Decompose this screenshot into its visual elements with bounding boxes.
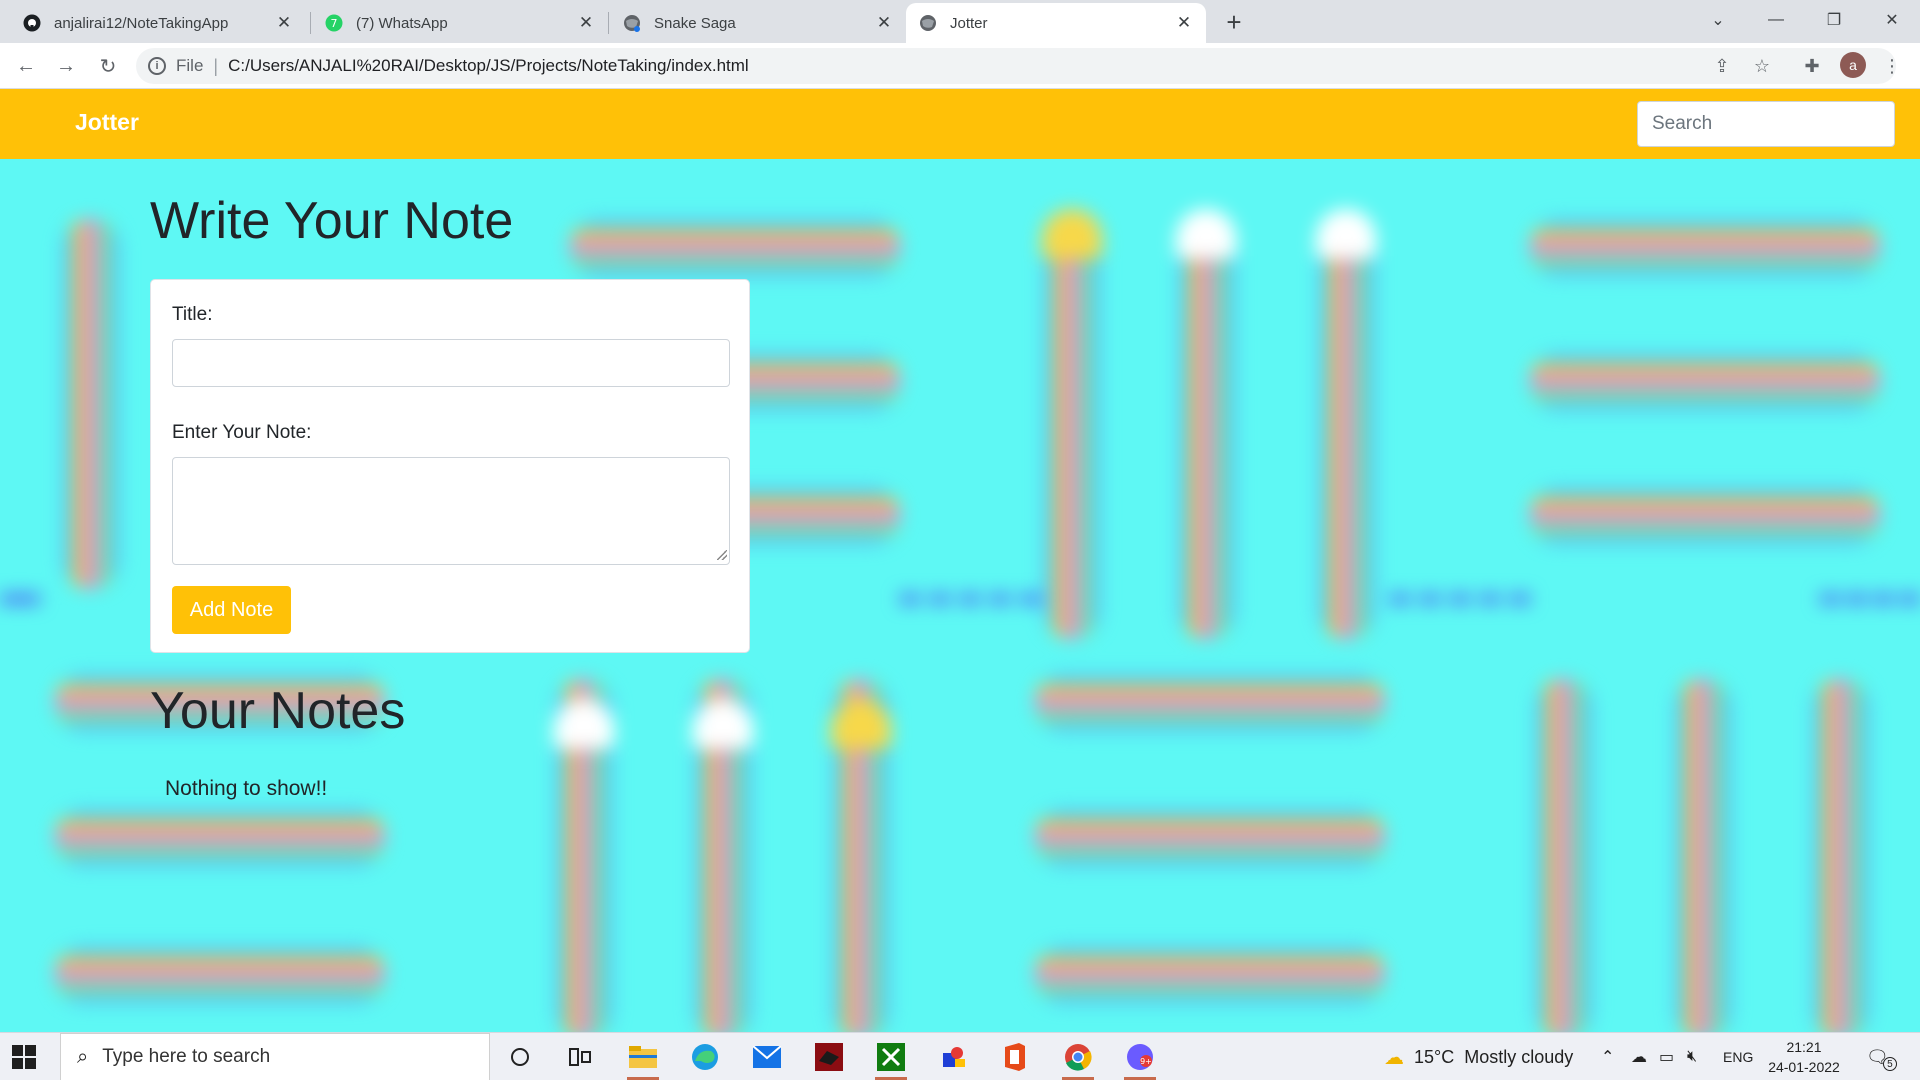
edge-browser-icon[interactable] <box>688 1041 722 1073</box>
tab-search-chevron-icon[interactable]: ⌄ <box>1702 6 1734 34</box>
close-icon[interactable]: ✕ <box>274 13 294 33</box>
tab-whatsapp[interactable]: 7 (7) WhatsApp ✕ <box>312 3 608 43</box>
address-divider: | <box>213 55 219 76</box>
messenger-app-icon[interactable]: 9+ <box>1123 1041 1157 1080</box>
new-tab-button[interactable]: + <box>1220 7 1248 37</box>
cloud-sun-icon: ☁ <box>1384 1046 1404 1069</box>
tray-chevron-up-icon[interactable]: ⌃ <box>1601 1033 1614 1080</box>
tab-title: anjalirai12/NoteTakingApp <box>54 14 229 32</box>
bookmark-star-icon[interactable]: ☆ <box>1748 52 1776 80</box>
address-bar[interactable]: i File | C:/Users/ANJALI%20RAI/Desktop/J… <box>136 48 1896 84</box>
search-input[interactable] <box>1637 101 1895 147</box>
tab-github[interactable]: anjalirai12/NoteTakingApp ✕ <box>10 3 306 43</box>
mail-icon[interactable] <box>750 1041 784 1073</box>
search-icon: ⌕ <box>77 1045 89 1068</box>
taskbar-search-box[interactable]: ⌕ Type here to search <box>60 1033 490 1080</box>
extensions-puzzle-icon[interactable]: ✚ <box>1798 52 1826 80</box>
globe-icon <box>918 13 938 33</box>
close-icon[interactable]: ✕ <box>1174 13 1194 33</box>
close-icon[interactable]: ✕ <box>576 13 596 33</box>
svg-text:7: 7 <box>331 17 338 30</box>
network-icon[interactable]: ▭ <box>1659 1033 1674 1080</box>
scheme-label: File <box>176 56 204 75</box>
url-text[interactable]: C:/Users/ANJALI%20RAI/Desktop/JS/Project… <box>228 56 749 76</box>
write-note-heading: Write Your Note <box>150 192 514 250</box>
main-content: Write Your Note Title: Enter Your Note: … <box>0 159 1920 1032</box>
note-label: Enter Your Note: <box>172 422 312 443</box>
language-indicator[interactable]: ENG <box>1723 1033 1753 1080</box>
globe-icon <box>622 13 642 33</box>
tab-divider <box>310 12 311 34</box>
tab-snake-saga[interactable]: Snake Saga ✕ <box>610 3 906 43</box>
clock[interactable]: 21:21 24-01-2022 <box>1762 1037 1846 1077</box>
chrome-icon[interactable] <box>1061 1041 1095 1080</box>
note-form-card: Title: Enter Your Note: Add Note <box>150 279 750 653</box>
tab-divider <box>608 12 609 34</box>
minimize-icon[interactable]: — <box>1760 6 1792 34</box>
tab-title: Jotter <box>950 14 988 32</box>
file-explorer-icon[interactable] <box>626 1041 660 1080</box>
page-viewport: Jotter Write Your Note Title: Enter Your… <box>0 89 1920 1032</box>
brand-logo-text[interactable]: Jotter <box>75 109 139 136</box>
game-app-icon[interactable] <box>812 1041 846 1073</box>
share-icon[interactable]: ⇪ <box>1708 52 1736 80</box>
tab-title: Snake Saga <box>654 14 736 32</box>
paint-3d-icon[interactable] <box>936 1041 970 1073</box>
browser-toolbar: ← → ↻ i File | C:/Users/ANJALI%20RAI/Des… <box>0 43 1920 89</box>
windows-start-icon[interactable] <box>12 1045 36 1069</box>
clock-date: 24-01-2022 <box>1768 1059 1840 1075</box>
svg-text:9+: 9+ <box>1140 1057 1152 1066</box>
whatsapp-icon: 7 <box>324 13 344 33</box>
weather-widget[interactable]: ☁ 15°C Mostly cloudy <box>1384 1033 1573 1080</box>
speaker-muted-icon[interactable]: 🔇︎ <box>1687 1033 1697 1080</box>
reload-icon[interactable]: ↻ <box>94 52 122 80</box>
info-icon[interactable]: i <box>148 57 166 75</box>
windows-taskbar: ⌕ Type here to search 9+ ☁ 15°C Mostly c… <box>0 1032 1920 1080</box>
onedrive-cloud-icon[interactable]: ☁ <box>1631 1033 1647 1080</box>
site-navbar: Jotter <box>0 89 1920 159</box>
tab-title: (7) WhatsApp <box>356 14 448 32</box>
close-window-icon[interactable]: ✕ <box>1876 6 1908 34</box>
textarea-resize-handle[interactable] <box>717 550 727 560</box>
menu-kebab-icon[interactable]: ⋮ <box>1878 52 1906 80</box>
clock-time: 21:21 <box>1786 1039 1822 1055</box>
restore-icon[interactable]: ❐ <box>1818 6 1850 34</box>
notification-center-icon[interactable]: 🗨︎ 5 <box>1866 1033 1897 1080</box>
taskbar-search-placeholder: Type here to search <box>102 1046 271 1067</box>
forward-arrow-icon[interactable]: → <box>52 52 80 80</box>
office-icon[interactable] <box>998 1041 1032 1073</box>
weather-text: 15°C Mostly cloudy <box>1414 1046 1574 1067</box>
profile-avatar[interactable]: a <box>1840 52 1866 78</box>
title-label: Title: <box>172 304 213 325</box>
github-icon <box>22 13 42 33</box>
cortana-icon[interactable] <box>503 1041 537 1073</box>
xbox-icon[interactable] <box>874 1041 908 1080</box>
back-arrow-icon[interactable]: ← <box>12 52 40 80</box>
task-view-icon[interactable] <box>563 1041 597 1073</box>
tab-jotter[interactable]: Jotter ✕ <box>906 3 1206 43</box>
notification-count-badge: 5 <box>1882 1057 1897 1071</box>
note-textarea[interactable] <box>172 457 730 565</box>
title-input[interactable] <box>172 339 730 387</box>
close-icon[interactable]: ✕ <box>874 13 894 33</box>
your-notes-heading: Your Notes <box>150 682 406 740</box>
empty-notes-message: Nothing to show!! <box>165 777 328 800</box>
add-note-button[interactable]: Add Note <box>172 586 291 634</box>
tab-strip: anjalirai12/NoteTakingApp ✕ 7 (7) WhatsA… <box>0 0 1920 43</box>
